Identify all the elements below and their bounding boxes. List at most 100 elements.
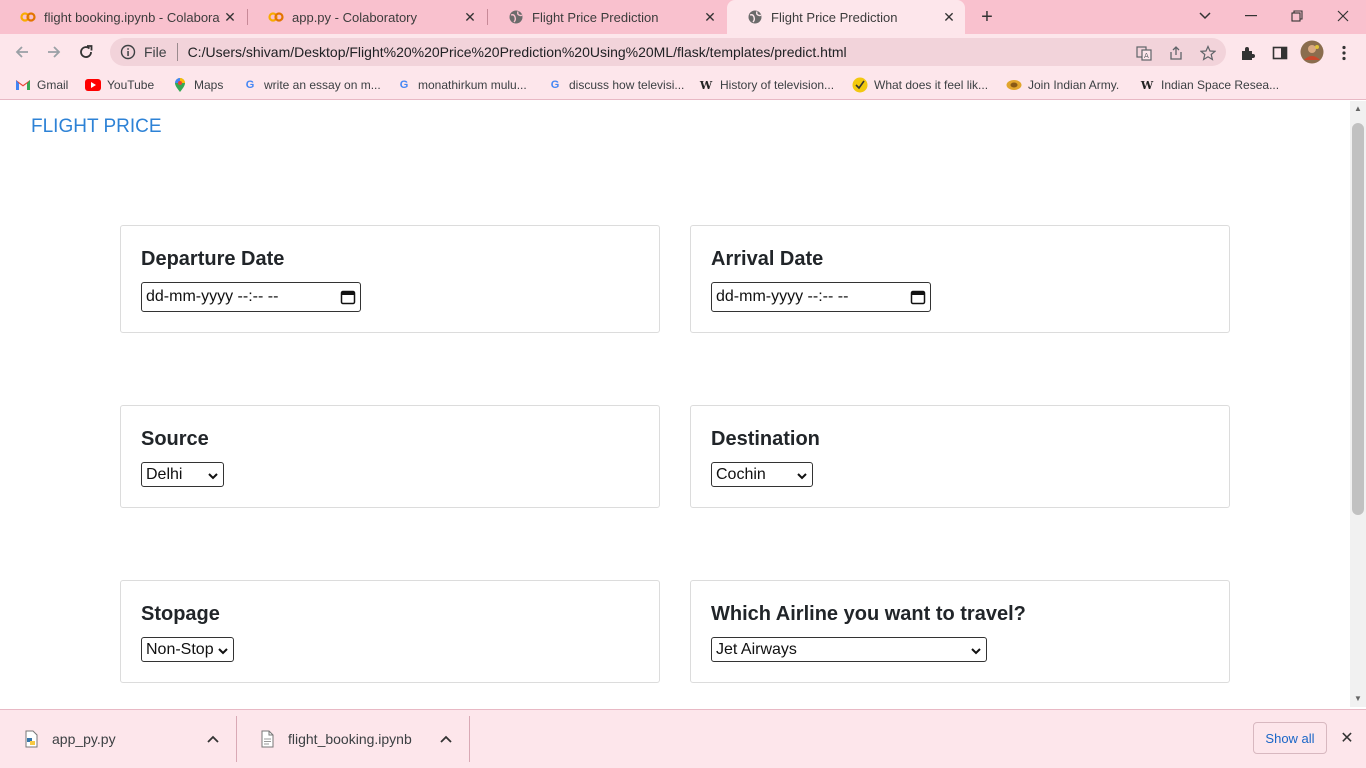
departure-date-input[interactable]: dd-mm-yyyy --:-- --	[141, 282, 361, 312]
site-icon	[852, 77, 868, 93]
arrival-date-card: Arrival Date dd-mm-yyyy --:-- --	[690, 225, 1230, 333]
close-icon[interactable]: ✕	[220, 7, 240, 27]
tab-strip: flight booking.ipynb - Colaboratory ✕ ap…	[0, 0, 1366, 34]
colab-icon	[20, 9, 36, 25]
menu-kebab-icon[interactable]	[1335, 44, 1353, 62]
bookmark-join-indian-army[interactable]: Join Indian Army.	[1006, 76, 1119, 94]
destination-select[interactable]: Cochin	[711, 462, 813, 487]
arrival-date-label: Arrival Date	[711, 248, 824, 270]
bookmark-maps[interactable]: Maps	[172, 76, 223, 94]
globe-icon	[508, 9, 524, 25]
calendar-icon[interactable]	[910, 289, 926, 305]
maps-icon	[172, 77, 188, 93]
bookmark-star-icon[interactable]	[1199, 44, 1217, 62]
minimize-icon[interactable]	[1237, 4, 1265, 28]
destination-card: Destination Cochin	[690, 405, 1230, 508]
stopage-label: Stopage	[141, 603, 220, 625]
bookmark-indian-space-research[interactable]: W Indian Space Resea...	[1139, 76, 1279, 94]
share-icon[interactable]	[1167, 44, 1185, 62]
chevron-down-icon	[207, 469, 219, 481]
address-bar[interactable]: File C:/Users/shivam/Desktop/Flight%20%2…	[110, 38, 1226, 66]
bookmark-what-does-it-feel[interactable]: What does it feel lik...	[852, 76, 988, 94]
python-file-icon	[22, 730, 40, 748]
navbar-brand[interactable]: FLIGHT PRICE	[31, 116, 162, 138]
svg-text:A: A	[1144, 52, 1149, 60]
close-icon[interactable]: ✕	[700, 7, 720, 27]
destination-selected-value: Cochin	[716, 465, 766, 483]
back-button[interactable]	[10, 40, 34, 64]
airline-select[interactable]: Jet Airways	[711, 637, 987, 662]
bookmark-essay[interactable]: G write an essay on m...	[242, 76, 381, 94]
side-panel-icon[interactable]	[1271, 44, 1289, 62]
stopage-selected-value: Non-Stop	[146, 640, 214, 658]
army-icon	[1006, 77, 1022, 93]
close-icon[interactable]: ✕	[939, 7, 959, 27]
bookmark-history-television[interactable]: W History of television...	[698, 76, 834, 94]
forward-button[interactable]	[42, 40, 66, 64]
destination-label: Destination	[711, 428, 820, 450]
page-scrollbar[interactable]: ▲ ▼	[1350, 101, 1366, 707]
arrival-date-placeholder: dd-mm-yyyy --:-- --	[716, 288, 849, 305]
globe-icon	[747, 9, 763, 25]
show-all-button[interactable]: Show all	[1253, 722, 1327, 754]
stopage-select[interactable]: Non-Stop	[141, 637, 234, 662]
download-item-flight-booking[interactable]: flight_booking.ipynb	[236, 718, 469, 760]
close-icon[interactable]: ✕	[460, 7, 480, 27]
tab-search-icon[interactable]	[1191, 4, 1219, 28]
new-tab-button[interactable]: +	[975, 6, 999, 28]
bookmark-label: monathirkum mulu...	[418, 78, 527, 92]
bookmark-label: History of television...	[720, 78, 835, 92]
close-window-icon[interactable]	[1329, 4, 1357, 28]
airline-card: Which Airline you want to travel? Jet Ai…	[690, 580, 1230, 683]
scrollbar-thumb[interactable]	[1352, 123, 1364, 515]
translate-icon[interactable]: A	[1135, 44, 1153, 62]
bookmarks-bar: Gmail YouTube Maps G write an essay on m…	[0, 70, 1366, 100]
extensions-icon[interactable]	[1239, 44, 1257, 62]
bookmark-youtube[interactable]: YouTube	[85, 76, 154, 94]
bookmark-monathirkum[interactable]: G monathirkum mulu...	[396, 76, 527, 94]
google-icon: G	[550, 79, 560, 91]
calendar-icon[interactable]	[340, 289, 356, 305]
close-icon[interactable]: ✕	[1338, 729, 1356, 747]
bookmark-label: discuss how televisi...	[569, 78, 685, 92]
departure-date-label: Departure Date	[141, 248, 285, 270]
scroll-down-icon[interactable]: ▼	[1354, 695, 1362, 703]
airline-selected-value: Jet Airways	[716, 640, 797, 658]
google-icon: G	[399, 79, 409, 91]
page-viewport: FLIGHT PRICE Departure Date dd-mm-yyyy -…	[0, 101, 1350, 707]
source-card: Source Delhi	[120, 405, 660, 508]
bookmark-gmail[interactable]: Gmail	[15, 76, 68, 94]
tab-flight-booking-ipynb[interactable]: flight booking.ipynb - Colaboratory ✕	[0, 0, 246, 34]
profile-avatar-icon[interactable]	[1300, 40, 1324, 64]
download-divider	[469, 716, 470, 762]
scroll-up-icon[interactable]: ▲	[1354, 105, 1362, 113]
google-icon: G	[245, 79, 255, 91]
browser-toolbar: File C:/Users/shivam/Desktop/Flight%20%2…	[0, 34, 1366, 70]
tab-flight-price-prediction[interactable]: Flight Price Prediction ✕	[488, 0, 726, 34]
download-filename: app_py.py	[52, 731, 116, 747]
chevron-up-icon[interactable]	[438, 731, 454, 747]
bookmark-label: write an essay on m...	[264, 78, 381, 92]
url-text[interactable]: C:/Users/shivam/Desktop/Flight%20%20Pric…	[188, 44, 1226, 60]
bookmark-television[interactable]: G discuss how televisi...	[547, 76, 685, 94]
tab-flight-price-prediction-active[interactable]: Flight Price Prediction ✕	[727, 0, 965, 34]
chevron-down-icon	[796, 469, 808, 481]
chevron-up-icon[interactable]	[205, 731, 221, 747]
arrival-date-input[interactable]: dd-mm-yyyy --:-- --	[711, 282, 931, 312]
bookmark-label: YouTube	[107, 78, 155, 92]
reload-button[interactable]	[74, 40, 98, 64]
airline-label: Which Airline you want to travel?	[711, 603, 1026, 625]
tab-app-py[interactable]: app.py - Colaboratory ✕	[248, 0, 486, 34]
bookmark-label: Indian Space Resea...	[1161, 78, 1280, 92]
download-item-app-py[interactable]: app_py.py	[0, 718, 236, 760]
download-filename: flight_booking.ipynb	[288, 731, 412, 747]
tab-title: Flight Price Prediction	[771, 9, 898, 25]
youtube-icon	[85, 77, 101, 93]
restore-icon[interactable]	[1283, 4, 1311, 28]
file-icon	[258, 730, 276, 748]
bookmark-label: What does it feel lik...	[874, 78, 989, 92]
departure-date-card: Departure Date dd-mm-yyyy --:-- --	[120, 225, 660, 333]
info-icon[interactable]	[120, 44, 136, 60]
divider	[176, 43, 178, 61]
source-select[interactable]: Delhi	[141, 462, 224, 487]
